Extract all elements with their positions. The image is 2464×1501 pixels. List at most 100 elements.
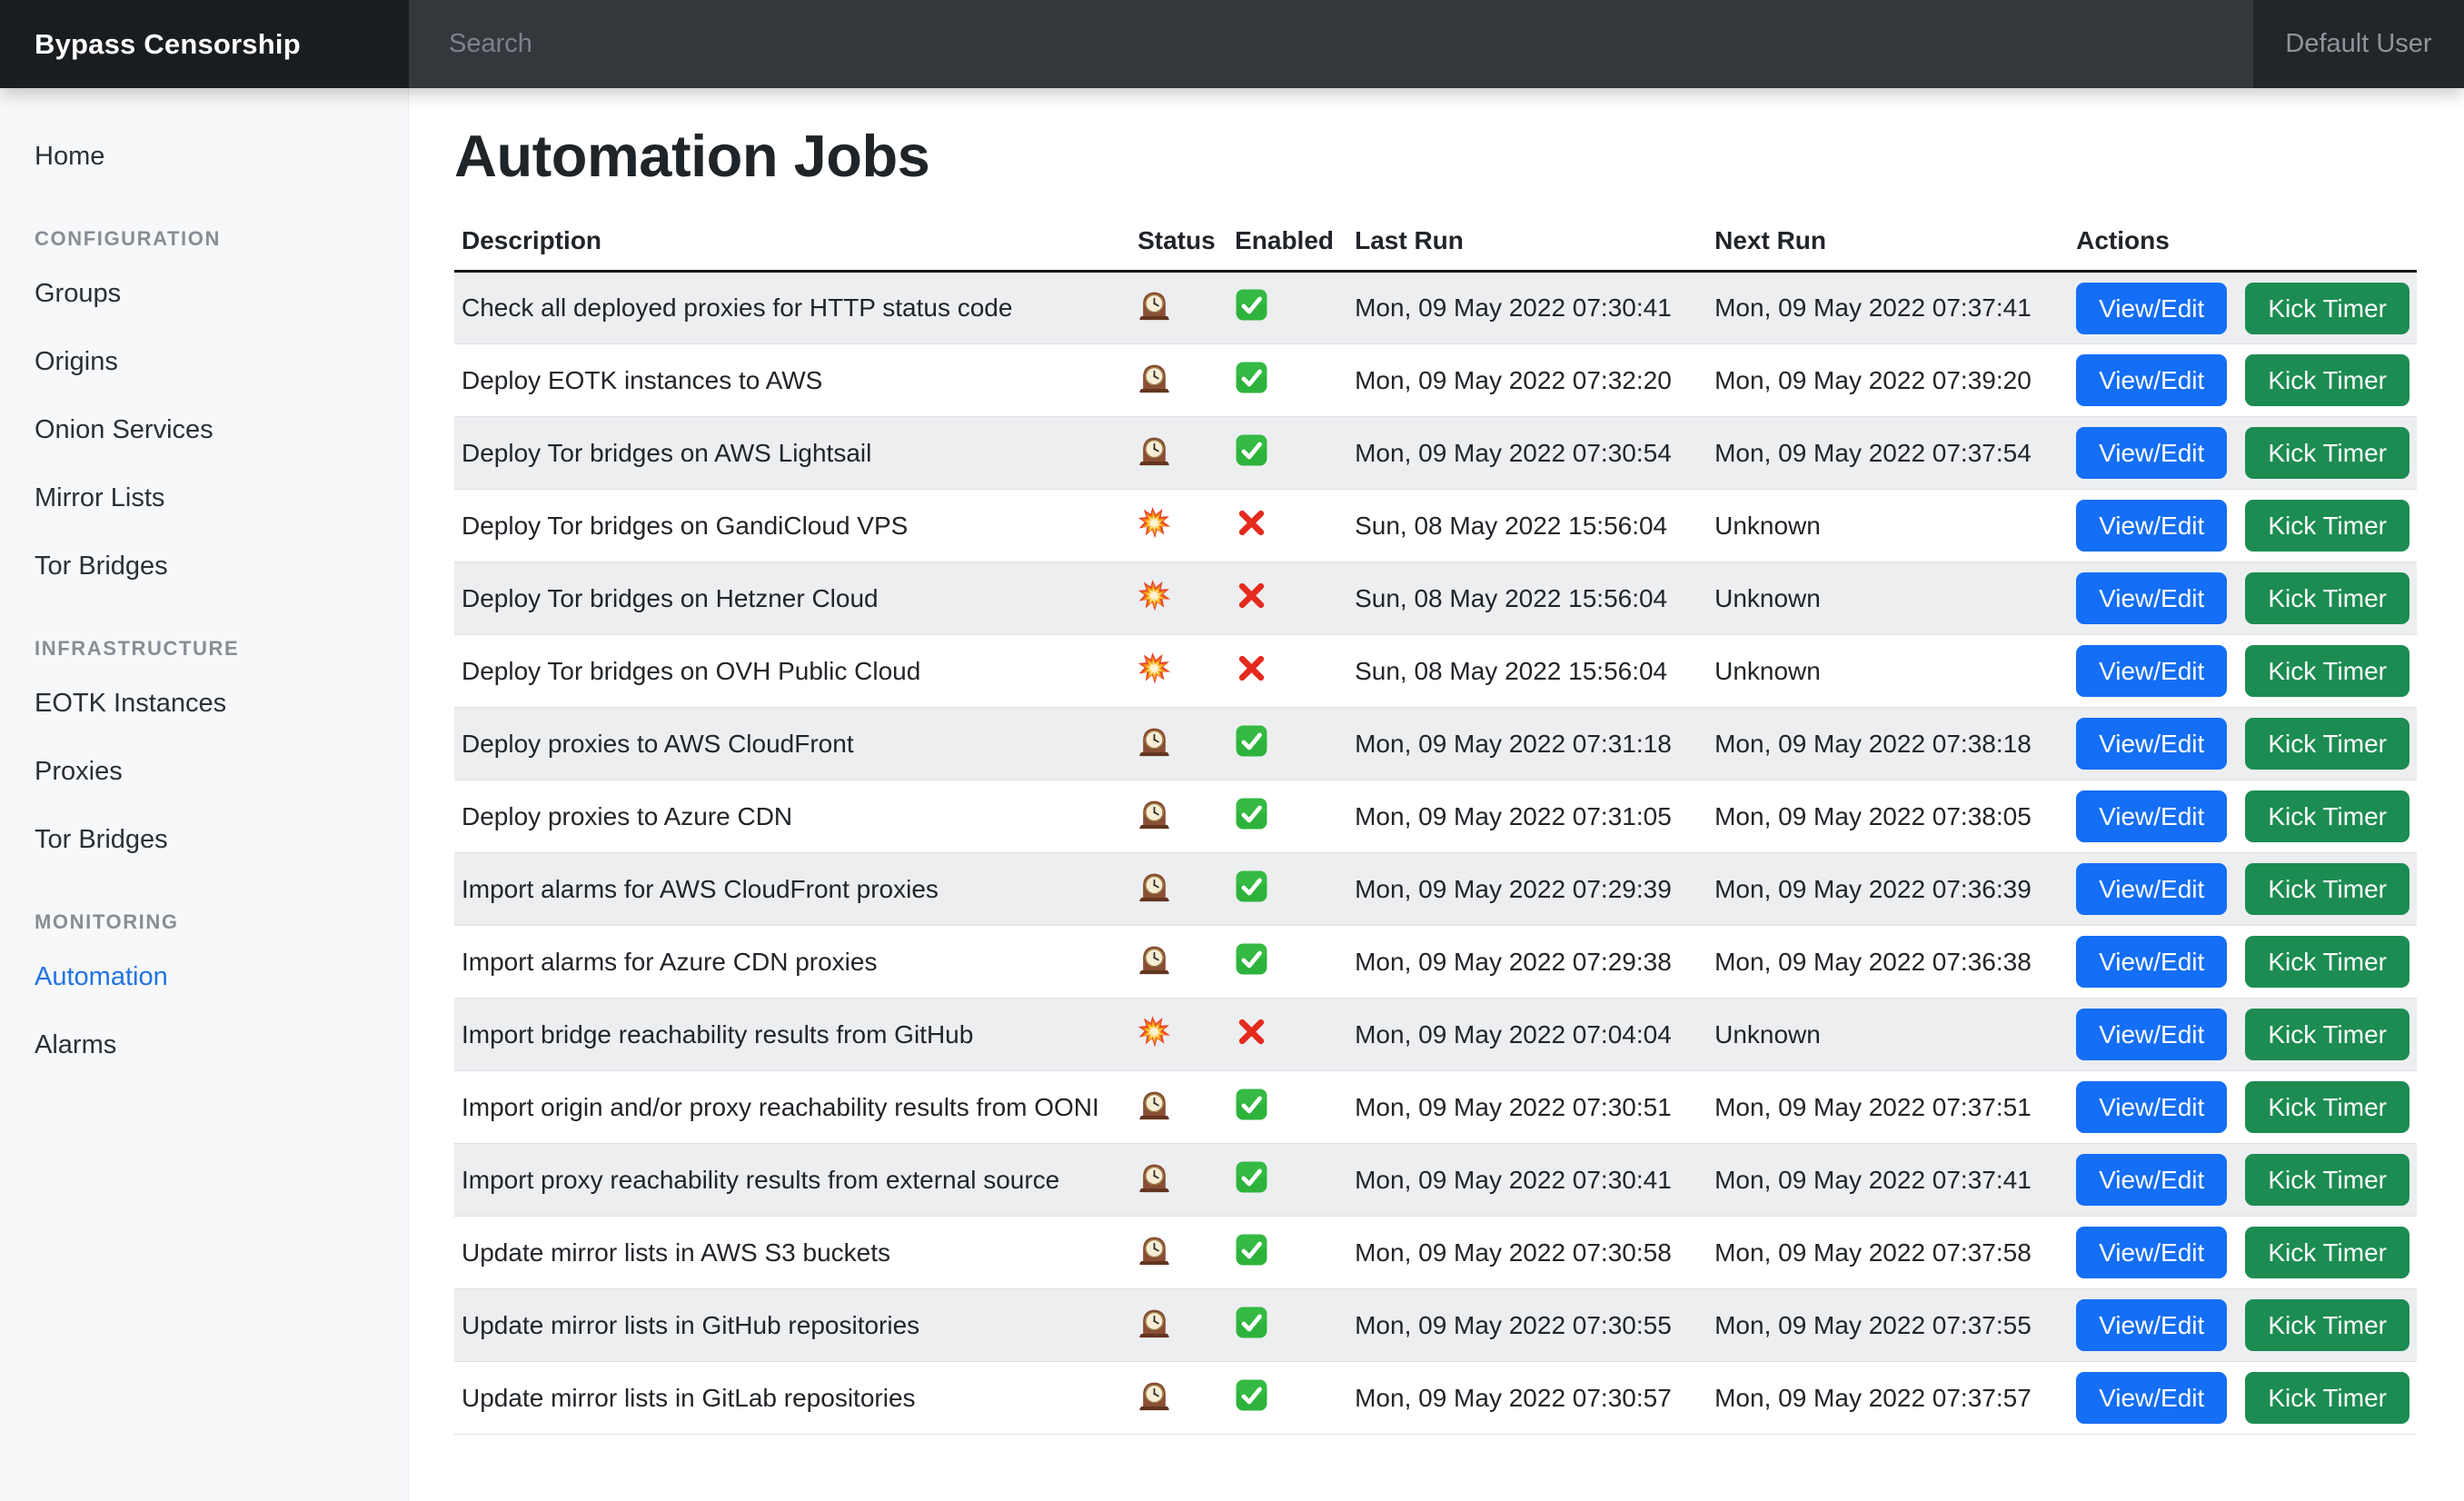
job-next-run: Mon, 09 May 2022 07:37:58 bbox=[1707, 1217, 2069, 1289]
cross-mark-icon bbox=[1235, 1015, 1268, 1049]
job-last-run: Mon, 09 May 2022 07:30:51 bbox=[1347, 1071, 1707, 1144]
job-actions-cell: View/Edit Kick Timer bbox=[2069, 562, 2417, 635]
view-edit-button[interactable]: View/Edit bbox=[2076, 1372, 2227, 1424]
kick-timer-button[interactable]: Kick Timer bbox=[2245, 790, 2409, 842]
user-menu[interactable]: Default User bbox=[2253, 0, 2464, 88]
job-actions-cell: View/Edit Kick Timer bbox=[2069, 1289, 2417, 1362]
kick-timer-button[interactable]: Kick Timer bbox=[2245, 283, 2409, 334]
job-next-run: Mon, 09 May 2022 07:37:41 bbox=[1707, 272, 2069, 344]
table-row: Import proxy reachability results from e… bbox=[454, 1144, 2417, 1217]
job-status-cell bbox=[1130, 926, 1227, 999]
view-edit-button[interactable]: View/Edit bbox=[2076, 790, 2227, 842]
view-edit-button[interactable]: View/Edit bbox=[2076, 427, 2227, 479]
job-enabled-cell bbox=[1227, 853, 1347, 926]
kick-timer-button[interactable]: Kick Timer bbox=[2245, 1009, 2409, 1060]
sidebar-item-eotk-instances[interactable]: EOTK Instances bbox=[0, 670, 408, 738]
kick-timer-button[interactable]: Kick Timer bbox=[2245, 936, 2409, 988]
table-row: Deploy proxies to Azure CDNMon, 09 May 2… bbox=[454, 780, 2417, 853]
check-mark-button-icon bbox=[1235, 1378, 1268, 1412]
job-status-cell bbox=[1130, 562, 1227, 635]
sidebar-section-header-monitoring: MONITORING bbox=[0, 900, 408, 943]
mantelpiece-clock-icon bbox=[1138, 433, 1171, 467]
sidebar-item-automation[interactable]: Automation bbox=[0, 943, 408, 1011]
kick-timer-button[interactable]: Kick Timer bbox=[2245, 645, 2409, 697]
app-brand[interactable]: Bypass Censorship bbox=[0, 0, 409, 88]
sidebar-item-tor-bridges[interactable]: Tor Bridges bbox=[0, 806, 408, 874]
view-edit-button[interactable]: View/Edit bbox=[2076, 936, 2227, 988]
sidebar-item-proxies[interactable]: Proxies bbox=[0, 738, 408, 806]
job-next-run: Mon, 09 May 2022 07:37:55 bbox=[1707, 1289, 2069, 1362]
job-enabled-cell bbox=[1227, 417, 1347, 490]
kick-timer-button[interactable]: Kick Timer bbox=[2245, 1227, 2409, 1278]
sidebar-item-home[interactable]: Home bbox=[0, 123, 408, 191]
job-status-cell bbox=[1130, 999, 1227, 1071]
kick-timer-button[interactable]: Kick Timer bbox=[2245, 1372, 2409, 1424]
sidebar-item-tor-bridges[interactable]: Tor Bridges bbox=[0, 532, 408, 601]
job-next-run: Mon, 09 May 2022 07:37:54 bbox=[1707, 417, 2069, 490]
kick-timer-button[interactable]: Kick Timer bbox=[2245, 1081, 2409, 1133]
table-row: Update mirror lists in GitHub repositori… bbox=[454, 1289, 2417, 1362]
job-next-run: Mon, 09 May 2022 07:38:18 bbox=[1707, 708, 2069, 780]
table-row: Update mirror lists in GitLab repositori… bbox=[454, 1362, 2417, 1435]
view-edit-button[interactable]: View/Edit bbox=[2076, 1009, 2227, 1060]
mantelpiece-clock-icon bbox=[1138, 288, 1171, 322]
mantelpiece-clock-icon bbox=[1138, 870, 1171, 903]
mantelpiece-clock-icon bbox=[1138, 942, 1171, 976]
job-status-cell bbox=[1130, 708, 1227, 780]
job-last-run: Mon, 09 May 2022 07:30:41 bbox=[1347, 1144, 1707, 1217]
view-edit-button[interactable]: View/Edit bbox=[2076, 354, 2227, 406]
search-input[interactable] bbox=[409, 0, 2253, 88]
sidebar-item-groups[interactable]: Groups bbox=[0, 260, 408, 328]
sidebar: HomeCONFIGURATIONGroupsOriginsOnion Serv… bbox=[0, 88, 409, 1501]
jobs-table: DescriptionStatusEnabledLast RunNext Run… bbox=[454, 219, 2417, 1435]
job-enabled-cell bbox=[1227, 490, 1347, 562]
kick-timer-button[interactable]: Kick Timer bbox=[2245, 718, 2409, 770]
table-row: Deploy proxies to AWS CloudFrontMon, 09 … bbox=[454, 708, 2417, 780]
collision-icon bbox=[1138, 1015, 1171, 1049]
view-edit-button[interactable]: View/Edit bbox=[2076, 500, 2227, 552]
job-actions-cell: View/Edit Kick Timer bbox=[2069, 1362, 2417, 1435]
job-status-cell bbox=[1130, 853, 1227, 926]
job-last-run: Mon, 09 May 2022 07:31:18 bbox=[1347, 708, 1707, 780]
table-row: Update mirror lists in AWS S3 bucketsMon… bbox=[454, 1217, 2417, 1289]
view-edit-button[interactable]: View/Edit bbox=[2076, 1081, 2227, 1133]
view-edit-button[interactable]: View/Edit bbox=[2076, 283, 2227, 334]
job-description: Deploy Tor bridges on AWS Lightsail bbox=[454, 417, 1130, 490]
job-next-run: Unknown bbox=[1707, 999, 2069, 1071]
job-last-run: Mon, 09 May 2022 07:30:54 bbox=[1347, 417, 1707, 490]
job-status-cell bbox=[1130, 490, 1227, 562]
table-row: Deploy Tor bridges on AWS Lightsail Mon, … bbox=[454, 417, 2417, 490]
job-last-run: Mon, 09 May 2022 07:30:57 bbox=[1347, 1362, 1707, 1435]
job-description: Check all deployed proxies for HTTP stat… bbox=[454, 272, 1130, 344]
kick-timer-button[interactable]: Kick Timer bbox=[2245, 354, 2409, 406]
job-enabled-cell bbox=[1227, 1071, 1347, 1144]
kick-timer-button[interactable]: Kick Timer bbox=[2245, 500, 2409, 552]
job-last-run: Mon, 09 May 2022 07:04:04 bbox=[1347, 999, 1707, 1071]
view-edit-button[interactable]: View/Edit bbox=[2076, 572, 2227, 624]
job-last-run: Sun, 08 May 2022 15:56:04 bbox=[1347, 562, 1707, 635]
mantelpiece-clock-icon bbox=[1138, 1306, 1171, 1339]
kick-timer-button[interactable]: Kick Timer bbox=[2245, 427, 2409, 479]
kick-timer-button[interactable]: Kick Timer bbox=[2245, 1299, 2409, 1351]
view-edit-button[interactable]: View/Edit bbox=[2076, 863, 2227, 915]
view-edit-button[interactable]: View/Edit bbox=[2076, 1227, 2227, 1278]
kick-timer-button[interactable]: Kick Timer bbox=[2245, 863, 2409, 915]
column-header-last-run: Last Run bbox=[1347, 219, 1707, 272]
job-description: Deploy EOTK instances to AWS bbox=[454, 344, 1130, 417]
sidebar-item-alarms[interactable]: Alarms bbox=[0, 1011, 408, 1079]
view-edit-button[interactable]: View/Edit bbox=[2076, 645, 2227, 697]
job-last-run: Mon, 09 May 2022 07:30:55 bbox=[1347, 1289, 1707, 1362]
sidebar-item-mirror-lists[interactable]: Mirror Lists bbox=[0, 464, 408, 532]
collision-icon bbox=[1138, 651, 1171, 685]
cross-mark-icon bbox=[1235, 579, 1268, 612]
sidebar-item-onion-services[interactable]: Onion Services bbox=[0, 396, 408, 464]
view-edit-button[interactable]: View/Edit bbox=[2076, 1299, 2227, 1351]
view-edit-button[interactable]: View/Edit bbox=[2076, 1154, 2227, 1206]
cross-mark-icon bbox=[1235, 506, 1268, 540]
view-edit-button[interactable]: View/Edit bbox=[2076, 718, 2227, 770]
mantelpiece-clock-icon bbox=[1138, 1378, 1171, 1412]
sidebar-item-origins[interactable]: Origins bbox=[0, 328, 408, 396]
kick-timer-button[interactable]: Kick Timer bbox=[2245, 1154, 2409, 1206]
kick-timer-button[interactable]: Kick Timer bbox=[2245, 572, 2409, 624]
job-actions-cell: View/Edit Kick Timer bbox=[2069, 344, 2417, 417]
